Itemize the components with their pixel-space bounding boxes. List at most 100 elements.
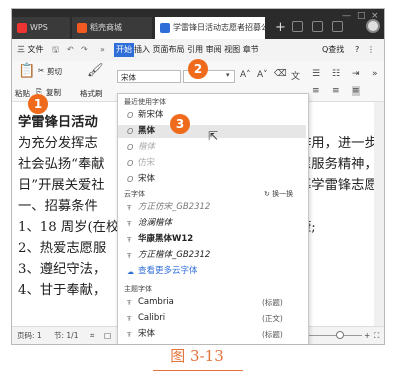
format-painter-label[interactable]: 格式刷	[80, 88, 103, 99]
cloud-fonts-header: 云字体	[124, 190, 145, 198]
tab-document-label: 学雷锋日活动志愿者招募公告	[173, 23, 265, 32]
help-icon[interactable]: ?	[355, 39, 359, 61]
doc-line-right: 募学雷锋志愿者	[298, 178, 385, 193]
doc-line-right: 作用，进一步将	[298, 136, 385, 151]
font-type-icon: O	[127, 143, 134, 152]
font-type-icon: O	[127, 127, 134, 136]
refresh-cloud-button[interactable]: ↻ 换一换	[264, 189, 293, 199]
tab-store-label: 稻壳商城	[90, 23, 122, 32]
minimize-icon[interactable]: —	[342, 11, 351, 21]
grow-font-icon[interactable]: A˄	[240, 70, 251, 80]
settings-icon[interactable]: ⋮	[367, 39, 375, 61]
cloud-font-item[interactable]: Ŧ 沧澜楷体	[118, 217, 306, 230]
font-item-label: 宋体	[138, 329, 156, 339]
cloud-font-icon: Ŧ	[127, 204, 132, 212]
doc-line: 4、甘于奉献，	[18, 283, 107, 298]
theme-font-item[interactable]: Ŧ 宋体 (标题)	[118, 328, 306, 341]
ribbon-more-icon[interactable]: »	[372, 69, 378, 79]
font-name-value: 宋体	[121, 73, 136, 82]
tab-start[interactable]: 开始	[114, 43, 134, 57]
font-item-label: 方正楷体_GB2312	[138, 250, 211, 260]
font-type-icon: Ŧ	[127, 315, 132, 323]
font-item-new-song[interactable]: O 新宋体	[118, 109, 306, 122]
font-item-tag: (正文)	[262, 314, 283, 323]
cloud-icon: ☁	[127, 268, 134, 276]
font-type-icon: O	[127, 111, 134, 120]
bullet-list-icon[interactable]: ☰	[312, 69, 320, 79]
indent-icon[interactable]: ⇥	[352, 69, 360, 79]
font-item-label: 沧澜楷体	[138, 218, 173, 228]
cloud-font-item[interactable]: Ŧ 华康黑体W12	[118, 233, 306, 246]
undo-icon[interactable]: ↶	[67, 39, 74, 61]
cloud-font-icon: Ŧ	[127, 252, 132, 260]
step-marker-1: 1	[28, 94, 48, 114]
cloud-font-icon: Ŧ	[127, 220, 132, 228]
font-name-box[interactable]: 宋体	[117, 70, 181, 83]
step-marker-2: 2	[188, 59, 208, 79]
font-item-fangsong[interactable]: O 仿宋	[118, 157, 306, 170]
refresh-icon: ↻	[264, 190, 273, 198]
tab-list-icon[interactable]	[292, 21, 303, 32]
font-item-label: 黑体	[138, 126, 156, 136]
doc-icon	[160, 22, 170, 33]
ribbon-tabs[interactable]: 插入 页面布局 引用 审阅 视图 章节	[134, 39, 259, 61]
fullscreen-icon[interactable]: ⛶	[374, 327, 379, 344]
font-item-tag: (标题)	[262, 330, 283, 339]
tab-document[interactable]: 学雷锋日活动志愿者招募公告	[155, 17, 265, 39]
align-center-icon[interactable]: ≡	[332, 86, 340, 96]
cloud-font-item[interactable]: Ŧ 方正仿宋_GB2312	[118, 201, 306, 214]
scissors-icon[interactable]: ✂	[38, 66, 44, 75]
paste-label[interactable]: 粘贴	[15, 88, 30, 99]
paste-icon[interactable]: 📋	[18, 63, 35, 79]
justify-icon[interactable]: ≡	[352, 86, 360, 96]
font-item-label: 新宋体	[138, 110, 164, 120]
zoom-slider[interactable]	[302, 335, 362, 336]
font-item-label: 宋体	[138, 174, 156, 184]
numbered-list-icon[interactable]: ☷	[332, 69, 340, 79]
font-type-icon: Ŧ	[127, 299, 132, 307]
theme-font-item[interactable]: Ŧ Calibri (正文)	[118, 312, 306, 325]
font-type-icon: Ŧ	[127, 331, 132, 339]
caption-underline	[153, 370, 243, 371]
new-tab-button[interactable]: +	[275, 17, 286, 39]
phonetic-icon[interactable]: 文	[291, 69, 300, 82]
more-cloud-fonts-link[interactable]: ☁ 查看更多云字体	[118, 265, 306, 278]
doc-line: 3、遵纪守法，	[18, 262, 107, 277]
copy-label[interactable]: 复制	[46, 87, 61, 98]
avatar[interactable]	[366, 19, 380, 33]
cloud-font-item[interactable]: Ŧ 方正楷体_GB2312	[118, 249, 306, 262]
wps-logo-icon	[17, 22, 27, 33]
search-button[interactable]: Q查找	[322, 39, 344, 61]
more-icon[interactable]: »	[100, 39, 105, 61]
maximize-icon[interactable]: □	[357, 11, 366, 21]
cut-label[interactable]: 剪切	[47, 66, 62, 77]
zoom-slider-handle[interactable]	[336, 331, 344, 339]
doc-line: 日”开展关爱社	[18, 178, 105, 193]
shrink-font-icon[interactable]: A˅	[257, 70, 268, 80]
grid-icon[interactable]	[312, 21, 323, 32]
save-icon[interactable]: 🖫	[52, 39, 59, 61]
font-size-dropdown-icon[interactable]: ▾	[226, 71, 230, 79]
vertical-scrollbar[interactable]	[374, 102, 384, 326]
tab-wps[interactable]: WPS	[12, 17, 70, 39]
store-icon	[77, 22, 87, 33]
font-item-songti[interactable]: O 宋体	[118, 173, 306, 186]
font-type-icon: O	[127, 159, 134, 168]
align-left-icon[interactable]: ≡	[312, 86, 320, 96]
font-item-label: 华康黑体W12	[138, 234, 194, 244]
redo-icon[interactable]: ↷	[81, 39, 88, 61]
clear-format-icon[interactable]: ⌫	[274, 69, 287, 79]
word-count-icon[interactable]: ⌗	[90, 327, 94, 344]
theme-font-item[interactable]: Ŧ Cambria (标题)	[118, 296, 306, 309]
format-painter-icon[interactable]: 🖌	[87, 63, 104, 78]
tab-wps-label: WPS	[30, 23, 48, 32]
window-icon[interactable]	[332, 21, 343, 32]
page-indicator: 页码: 1	[17, 331, 42, 340]
more-cloud-label: 查看更多云字体	[138, 266, 198, 276]
file-menu[interactable]: 三 文件	[17, 39, 44, 61]
zoom-in-icon[interactable]: +	[364, 327, 370, 344]
font-item-label: 楷体	[138, 142, 156, 152]
tab-store[interactable]: 稻壳商城	[72, 17, 152, 39]
title-bar: WPS 稻壳商城 学雷锋日活动志愿者招募公告 + — □ ×	[12, 9, 384, 39]
fit-icon[interactable]: □	[104, 327, 111, 344]
